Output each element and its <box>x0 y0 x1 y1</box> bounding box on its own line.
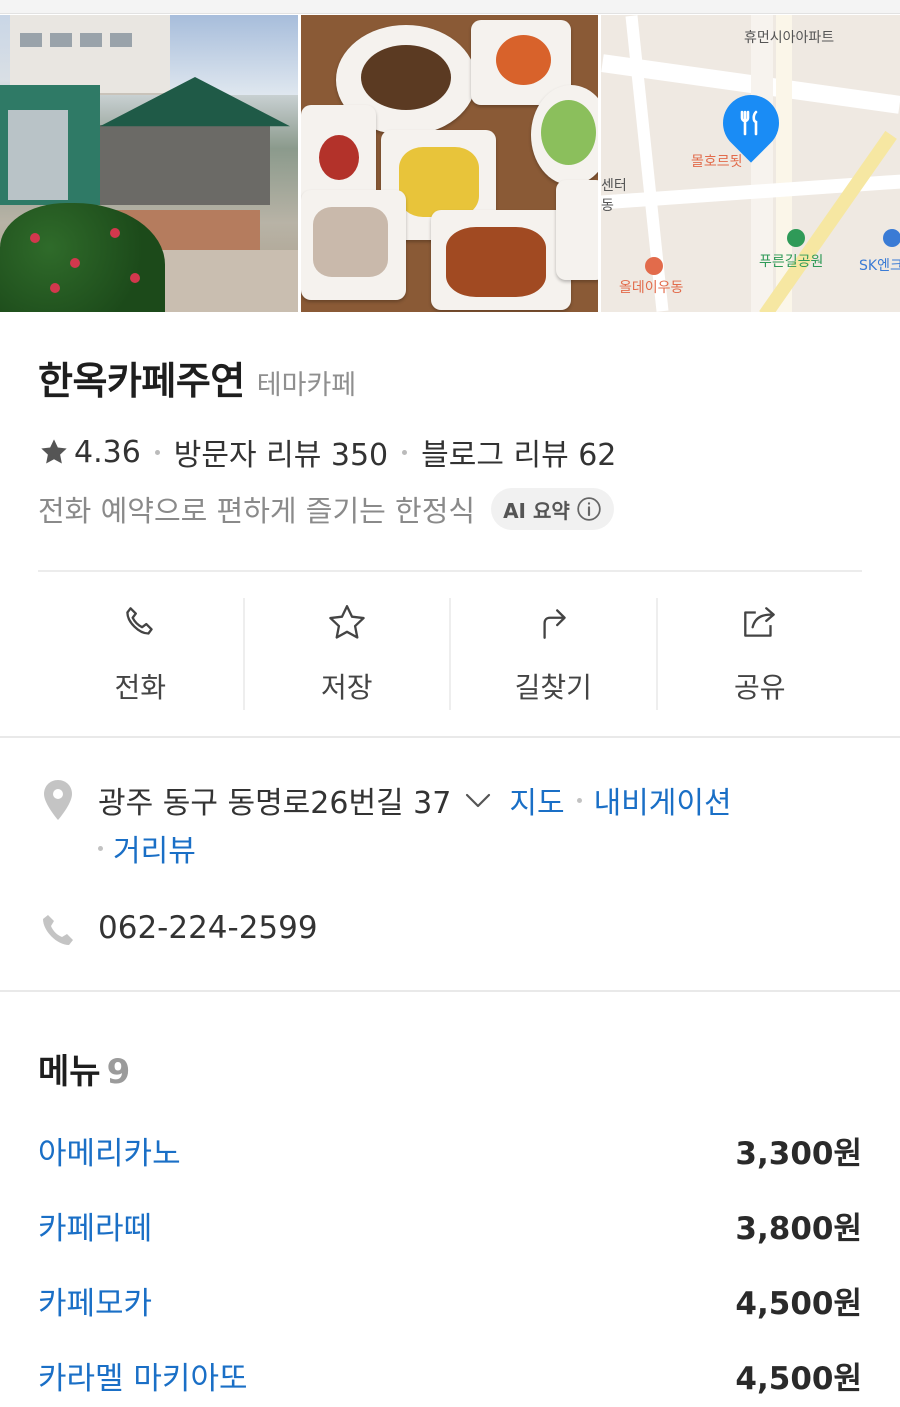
visitor-reviews-link[interactable]: 방문자 리뷰 350 <box>174 430 388 474</box>
section-divider <box>0 736 900 738</box>
save-button[interactable]: 저장 <box>245 598 451 710</box>
separator-dot <box>98 845 103 851</box>
menu-list: 아메리카노 3,300원 카페라떼 3,800원 카페모카 4,500원 카라멜… <box>38 1128 862 1407</box>
menu-item-price: 4,500원 <box>735 1286 862 1322</box>
separator-dot <box>402 449 408 455</box>
menu-item-price: 3,300원 <box>735 1136 862 1172</box>
separator-dot <box>154 449 160 455</box>
directions-button[interactable]: 길찾기 <box>451 598 658 710</box>
rating-value: 4.36 <box>74 434 141 470</box>
summary-row: 전화 예약으로 편하게 즐기는 한정식 AI 요약 <box>38 488 614 530</box>
address-text: 광주 동구 동명로26번길 37 <box>98 786 452 821</box>
photo-strip[interactable]: 휴먼시아아파트 몰호르됫 센터 동 푸른길공원 SK엔크 올데이우동 <box>0 15 900 312</box>
phone-number[interactable]: 062-224-2599 <box>98 910 318 946</box>
fork-knife-icon <box>736 108 766 138</box>
map-label: 센터 <box>601 178 627 194</box>
exterior-photo[interactable] <box>0 15 298 312</box>
restaurant-marker-icon <box>645 257 663 275</box>
chevron-down-icon[interactable] <box>461 783 495 817</box>
food-photo[interactable] <box>301 15 598 312</box>
directions-icon <box>543 609 566 639</box>
map-thumbnail[interactable]: 휴먼시아아파트 몰호르됫 센터 동 푸른길공원 SK엔크 올데이우동 <box>601 15 900 312</box>
map-label: 동 <box>601 198 614 214</box>
phone-icon <box>126 607 153 635</box>
menu-header: 메뉴 9 <box>38 1044 130 1093</box>
action-bar: 전화 저장 길찾기 공유 <box>38 598 862 710</box>
map-label: 올데이우동 <box>619 280 684 296</box>
share-icon <box>743 607 775 637</box>
street-view-link[interactable]: 거리뷰 <box>113 826 196 870</box>
ai-summary-label: AI 요약 <box>503 498 570 523</box>
divider <box>38 570 862 572</box>
menu-item[interactable]: 아메리카노 3,300원 <box>38 1128 862 1203</box>
menu-item[interactable]: 카페모카 4,500원 <box>38 1278 862 1353</box>
navigation-link[interactable]: 내비게이션 <box>594 778 732 822</box>
map-label: 푸른길공원 <box>759 254 824 270</box>
separator-dot <box>576 797 582 803</box>
address-line-2: 거리뷰 <box>98 826 196 870</box>
map-link[interactable]: 지도 <box>509 778 564 822</box>
gas-station-icon <box>883 229 900 247</box>
photo-ground <box>150 250 298 312</box>
info-icon <box>577 497 601 521</box>
menu-item-name[interactable]: 카페모카 <box>38 1278 152 1323</box>
map-label: SK엔크 <box>859 258 900 274</box>
menu-title: 메뉴 <box>38 1052 101 1092</box>
ai-summary-badge[interactable]: AI 요약 <box>491 488 614 530</box>
location-pin-icon <box>44 780 72 820</box>
phone-icon <box>43 915 73 945</box>
menu-item[interactable]: 카페라떼 3,800원 <box>38 1203 862 1278</box>
share-button[interactable]: 공유 <box>658 598 863 710</box>
top-strip <box>0 0 900 14</box>
call-button[interactable]: 전화 <box>38 598 245 710</box>
place-name: 한옥카페주연 <box>38 359 245 403</box>
menu-count: 9 <box>106 1052 131 1092</box>
action-label: 길찾기 <box>514 671 592 704</box>
place-title: 한옥카페주연 테마카페 <box>38 350 356 405</box>
menu-item-name[interactable]: 카페라떼 <box>38 1203 152 1248</box>
section-divider <box>0 990 900 992</box>
menu-item-name[interactable]: 아메리카노 <box>38 1128 181 1173</box>
photo-storefront <box>100 125 270 205</box>
photo-building <box>10 15 170 95</box>
map-label: 몰호르됫 <box>691 154 743 170</box>
action-label: 공유 <box>733 671 786 704</box>
star-icon <box>41 439 67 464</box>
rating-row: 4.36 방문자 리뷰 350 블로그 리뷰 62 <box>38 430 616 474</box>
place-category: 테마카페 <box>256 370 357 401</box>
photo-window <box>8 110 68 200</box>
star-outline-icon <box>329 605 365 639</box>
map-label: 휴먼시아아파트 <box>744 30 835 46</box>
menu-item-name[interactable]: 카라멜 마키아또 <box>38 1353 248 1398</box>
menu-item-price: 4,500원 <box>735 1361 862 1397</box>
address-line: 광주 동구 동명로26번길 37 지도 내비게이션 <box>98 778 732 822</box>
place-summary: 전화 예약으로 편하게 즐기는 한정식 <box>38 494 476 528</box>
menu-item-price: 3,800원 <box>735 1211 862 1247</box>
park-icon <box>787 229 805 247</box>
menu-item[interactable]: 카라멜 마키아또 4,500원 <box>38 1353 862 1407</box>
blog-reviews-link[interactable]: 블로그 리뷰 62 <box>421 430 616 474</box>
action-label: 전화 <box>114 671 167 704</box>
action-label: 저장 <box>320 671 373 704</box>
